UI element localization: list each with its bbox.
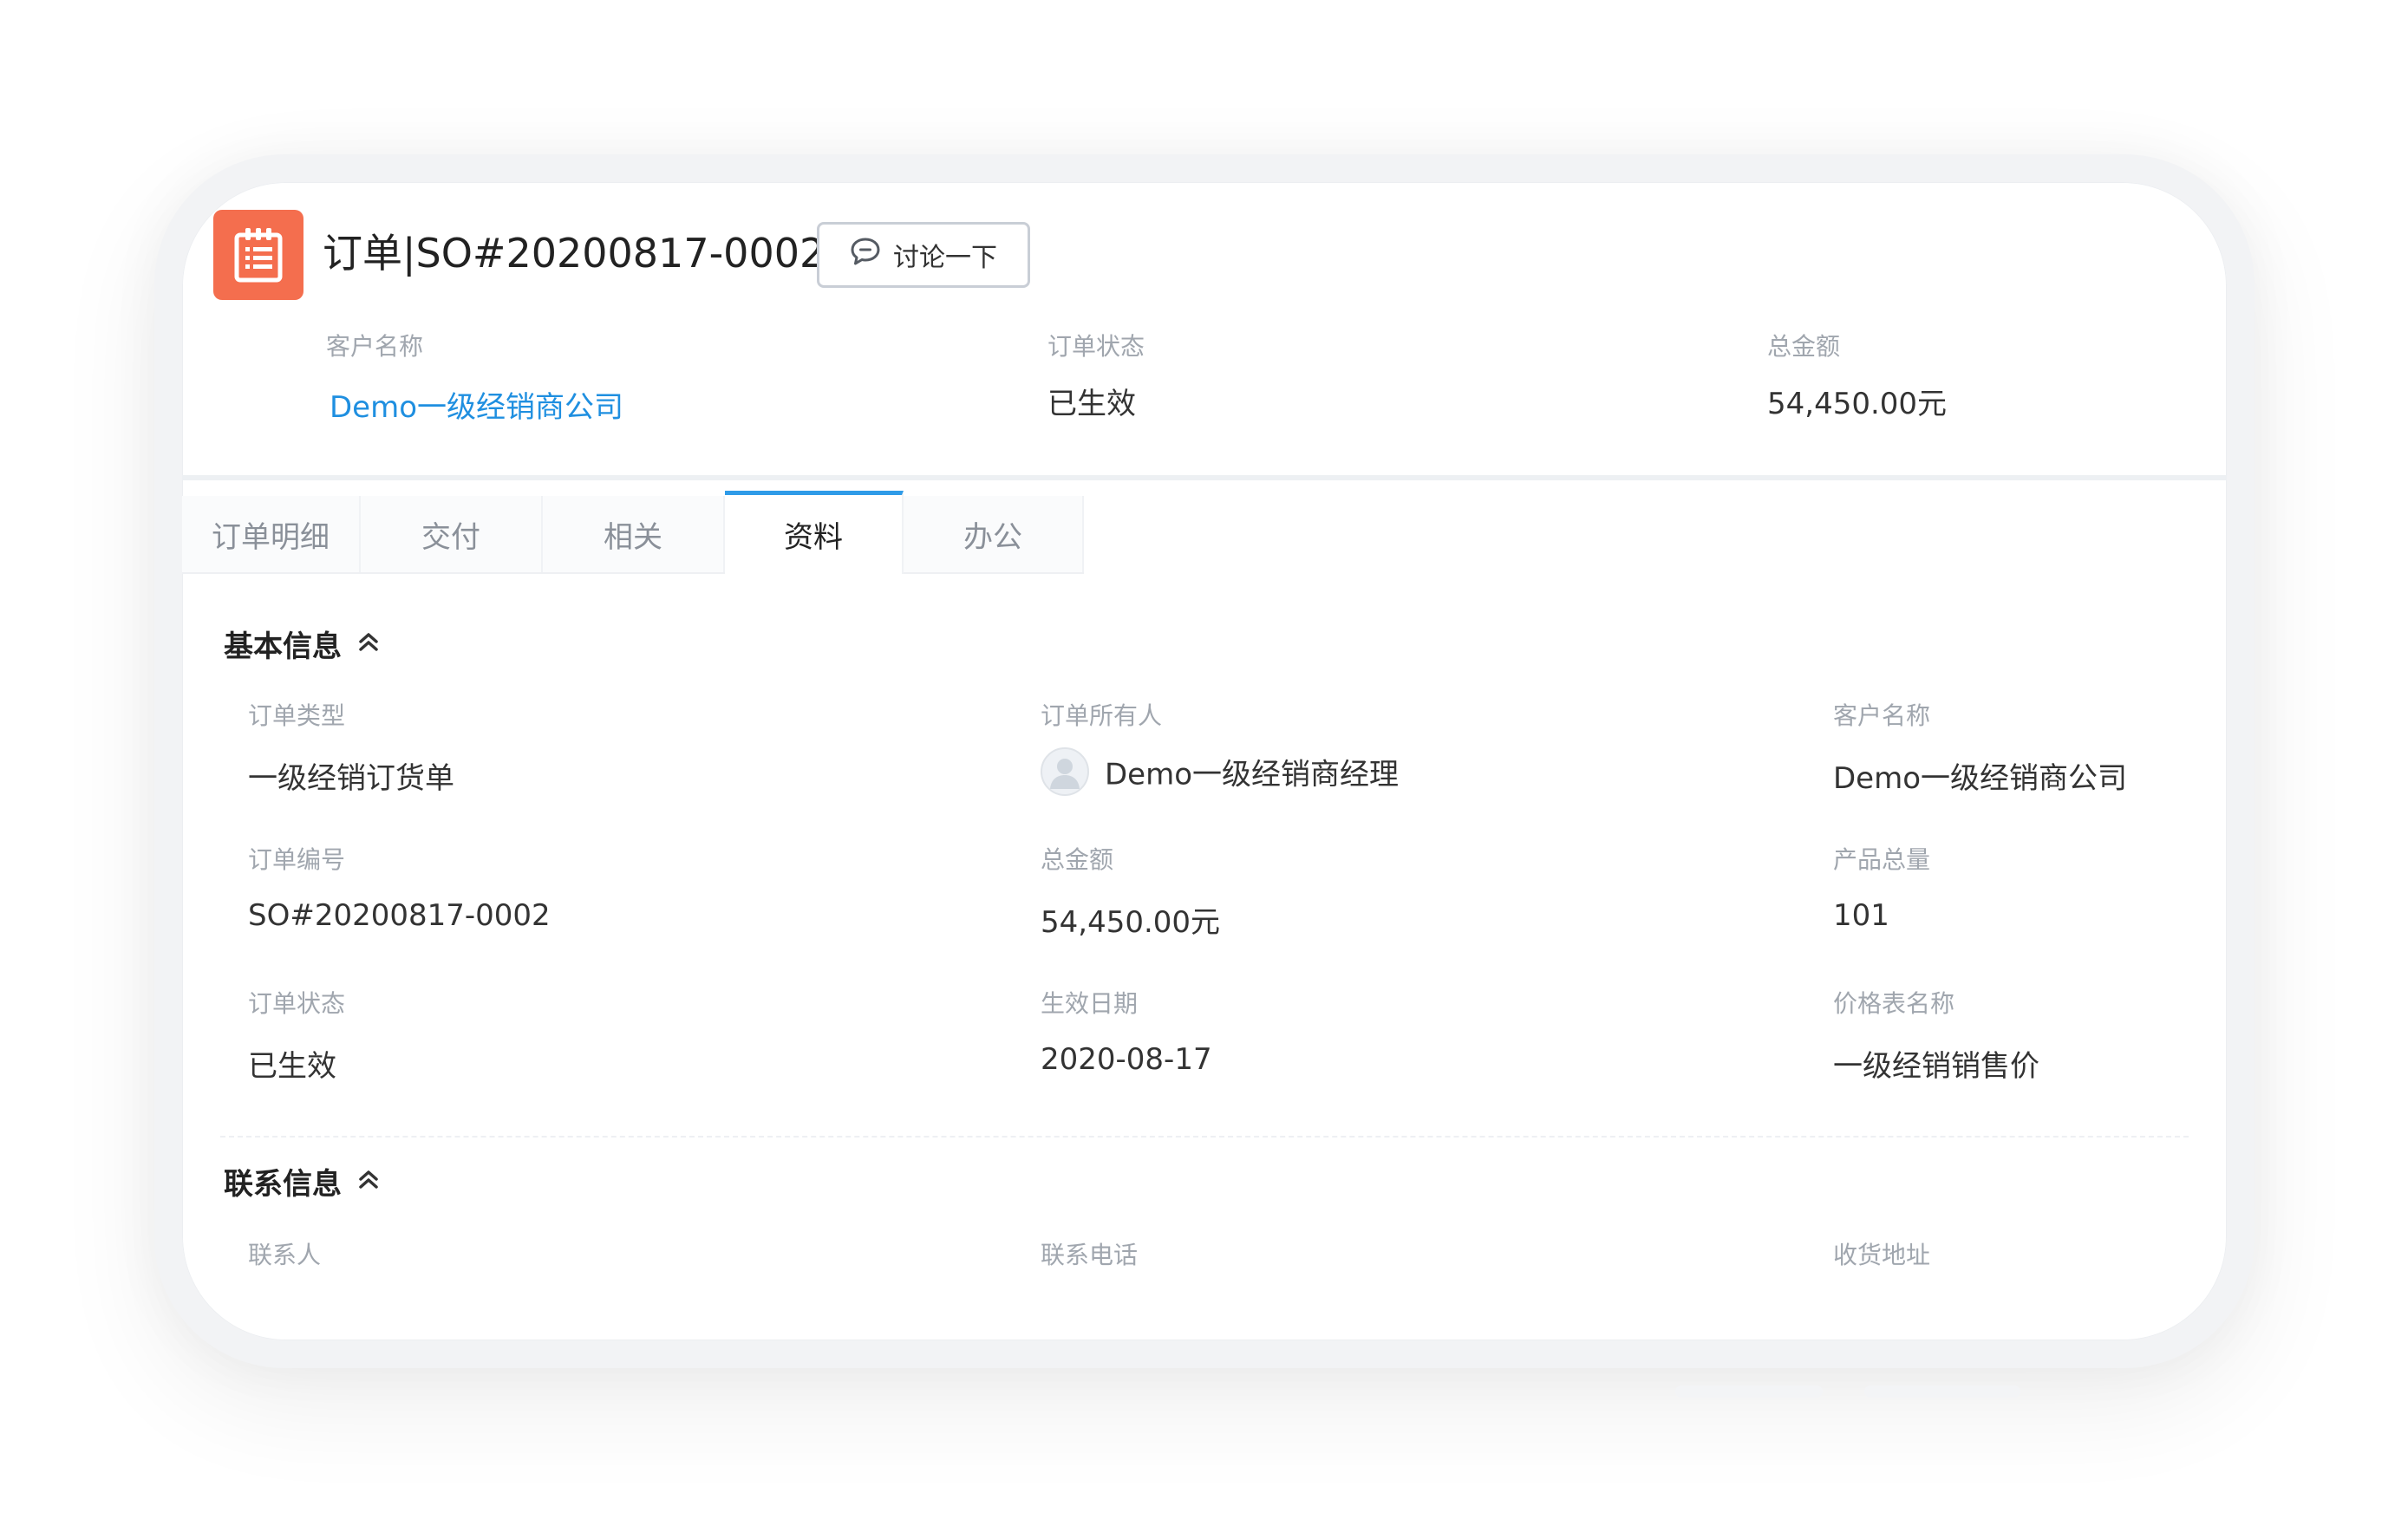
field-value-order-type: 一级经销订货单 [248, 761, 454, 796]
field-value-order-number: SO#20200817-0002 [248, 898, 551, 933]
decorative-bar [1864, 1385, 2020, 1398]
section-divider [220, 1136, 2189, 1138]
discuss-button-label: 讨论一下 [893, 243, 997, 273]
discuss-button[interactable]: 讨论一下 [817, 222, 1030, 288]
field-value-effective-date: 2020-08-17 [1041, 1042, 1212, 1077]
basic-info-title: 基本信息 [224, 629, 342, 664]
page-title: 订单|SO#20200817-0002 [323, 230, 826, 277]
order-list-icon [213, 210, 303, 300]
tab-related[interactable]: 相关 [543, 496, 725, 572]
summary-status-value: 已生效 [1047, 387, 1136, 421]
field-value-order-owner: Demo一级经销商经理 [1041, 747, 1399, 796]
summary-customer-link[interactable]: Demo一级经销商公司 [330, 383, 623, 426]
contact-info-section-toggle[interactable]: 联系信息 [224, 1160, 382, 1203]
field-label-order-number: 订单编号 [248, 845, 346, 874]
stage: 订单|SO#20200817-0002 讨论一下 客户名称 Demo一级经销商公… [0, 0, 2408, 1532]
basic-info-section-toggle[interactable]: 基本信息 [224, 623, 382, 665]
field-value-order-status: 已生效 [248, 1049, 336, 1084]
field-label-order-owner: 订单所有人 [1041, 701, 1163, 730]
field-value-product-quantity: 101 [1833, 898, 1889, 933]
field-label-effective-date: 生效日期 [1041, 989, 1139, 1018]
double-chevron-up-icon [356, 1164, 382, 1199]
field-label-price-list: 价格表名称 [1833, 989, 1955, 1018]
field-value-price-list-link[interactable]: 一级经销销售价 [1833, 1042, 2039, 1085]
avatar-icon [1041, 747, 1089, 796]
field-label-shipping-address: 收货地址 [1833, 1241, 1931, 1269]
header-divider [182, 475, 2227, 480]
tab-order-details[interactable]: 订单明细 [182, 496, 361, 572]
field-label-total-amount: 总金额 [1041, 845, 1114, 874]
field-label-customer-name: 客户名称 [1833, 701, 1931, 730]
field-value-customer-link[interactable]: Demo一级经销商公司 [1833, 754, 2127, 797]
tab-bar: 订单明细 交付 相关 资料 办公 [182, 491, 1084, 574]
tab-delivery[interactable]: 交付 [361, 496, 543, 572]
field-label-contact-person: 联系人 [248, 1241, 322, 1269]
order-detail-screen: 订单|SO#20200817-0002 讨论一下 客户名称 Demo一级经销商公… [182, 182, 2227, 1340]
field-label-contact-phone: 联系电话 [1041, 1241, 1139, 1269]
summary-status-label: 订单状态 [1047, 332, 1145, 361]
tab-office[interactable]: 办公 [904, 496, 1084, 572]
field-label-order-status: 订单状态 [248, 989, 346, 1018]
field-label-order-type: 订单类型 [248, 701, 346, 730]
decorative-bar [1675, 1385, 1823, 1398]
field-label-product-quantity: 产品总量 [1833, 845, 1931, 874]
contact-info-title: 联系信息 [224, 1167, 342, 1202]
summary-customer-label: 客户名称 [326, 332, 424, 361]
summary-amount-value: 54,450.00元 [1767, 387, 1948, 421]
field-value-total-amount: 54,450.00元 [1041, 905, 1221, 940]
owner-name: Demo一级经销商经理 [1105, 757, 1400, 792]
summary-amount-label: 总金额 [1767, 332, 1841, 361]
double-chevron-up-icon [356, 627, 382, 662]
tab-materials[interactable]: 资料 [725, 491, 904, 574]
chat-bubble-icon [850, 237, 881, 273]
